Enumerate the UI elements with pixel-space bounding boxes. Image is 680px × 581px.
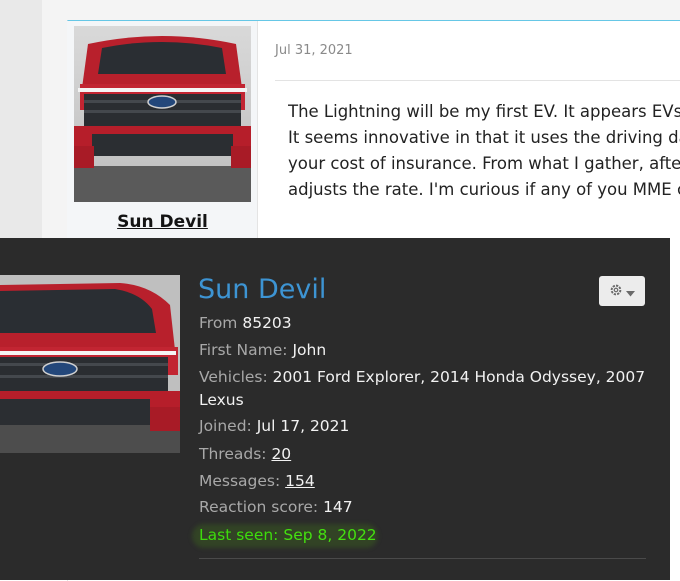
vehicles-value-cont: Lexus: [199, 391, 244, 409]
joined-value: Jul 17, 2021: [256, 417, 350, 435]
post-body-line: your cost of insurance. From what I gath…: [288, 154, 680, 173]
threads-link[interactable]: 20: [271, 445, 291, 463]
last-seen-label: Last seen:: [199, 526, 279, 544]
from-value: 85203: [242, 314, 292, 332]
post-body-line: The Lightning will be my first EV. It ap…: [288, 102, 680, 121]
tooltip-messages: Messages: 154: [199, 472, 315, 490]
messages-label: Messages:: [199, 472, 281, 490]
tooltip-username[interactable]: Sun Devil: [198, 274, 326, 305]
post-author-avatar[interactable]: [74, 26, 251, 202]
caret-down-icon: [626, 282, 635, 301]
tooltip-vehicles-cont: Lexus: [199, 391, 244, 409]
post-header-divider: [275, 80, 680, 81]
tooltip-reaction-score: Reaction score: 147: [199, 498, 353, 516]
tooltip-avatar[interactable]: [0, 275, 180, 453]
post-body-line: adjusts the rate. I'm curious if any of …: [288, 180, 680, 199]
tooltip-settings-button[interactable]: [599, 276, 645, 306]
tooltip-from: From 85203: [199, 314, 292, 332]
tooltip-threads: Threads: 20: [199, 445, 291, 463]
from-label: From: [199, 314, 238, 332]
reaction-score-label: Reaction score:: [199, 498, 319, 516]
tooltip-vehicles: Vehicles: 2001 Ford Explorer, 2014 Honda…: [199, 368, 645, 386]
post-body-line: It seems innovative in that it uses the …: [288, 128, 680, 147]
last-seen-value: Sep 8, 2022: [283, 526, 377, 544]
first-name-value: John: [292, 341, 327, 359]
post-date[interactable]: Jul 31, 2021: [275, 43, 353, 58]
tooltip-divider: [199, 558, 646, 559]
messages-link[interactable]: 154: [285, 472, 315, 490]
reaction-score-value: 147: [323, 498, 353, 516]
tooltip-joined: Joined: Jul 17, 2021: [199, 417, 349, 435]
first-name-label: First Name:: [199, 341, 288, 359]
gear-icon: [609, 282, 623, 301]
post-body: The Lightning will be my first EV. It ap…: [288, 99, 680, 203]
tooltip-last-seen: Last seen: Sep 8, 2022: [199, 526, 377, 544]
post-author-username[interactable]: Sun Devil: [74, 212, 251, 232]
threads-label: Threads:: [199, 445, 267, 463]
vehicles-value: 2001 Ford Explorer, 2014 Honda Odyssey, …: [272, 368, 646, 386]
tooltip-first-name: First Name: John: [199, 341, 326, 359]
vehicles-label: Vehicles:: [199, 368, 268, 386]
joined-label: Joined:: [199, 417, 252, 435]
